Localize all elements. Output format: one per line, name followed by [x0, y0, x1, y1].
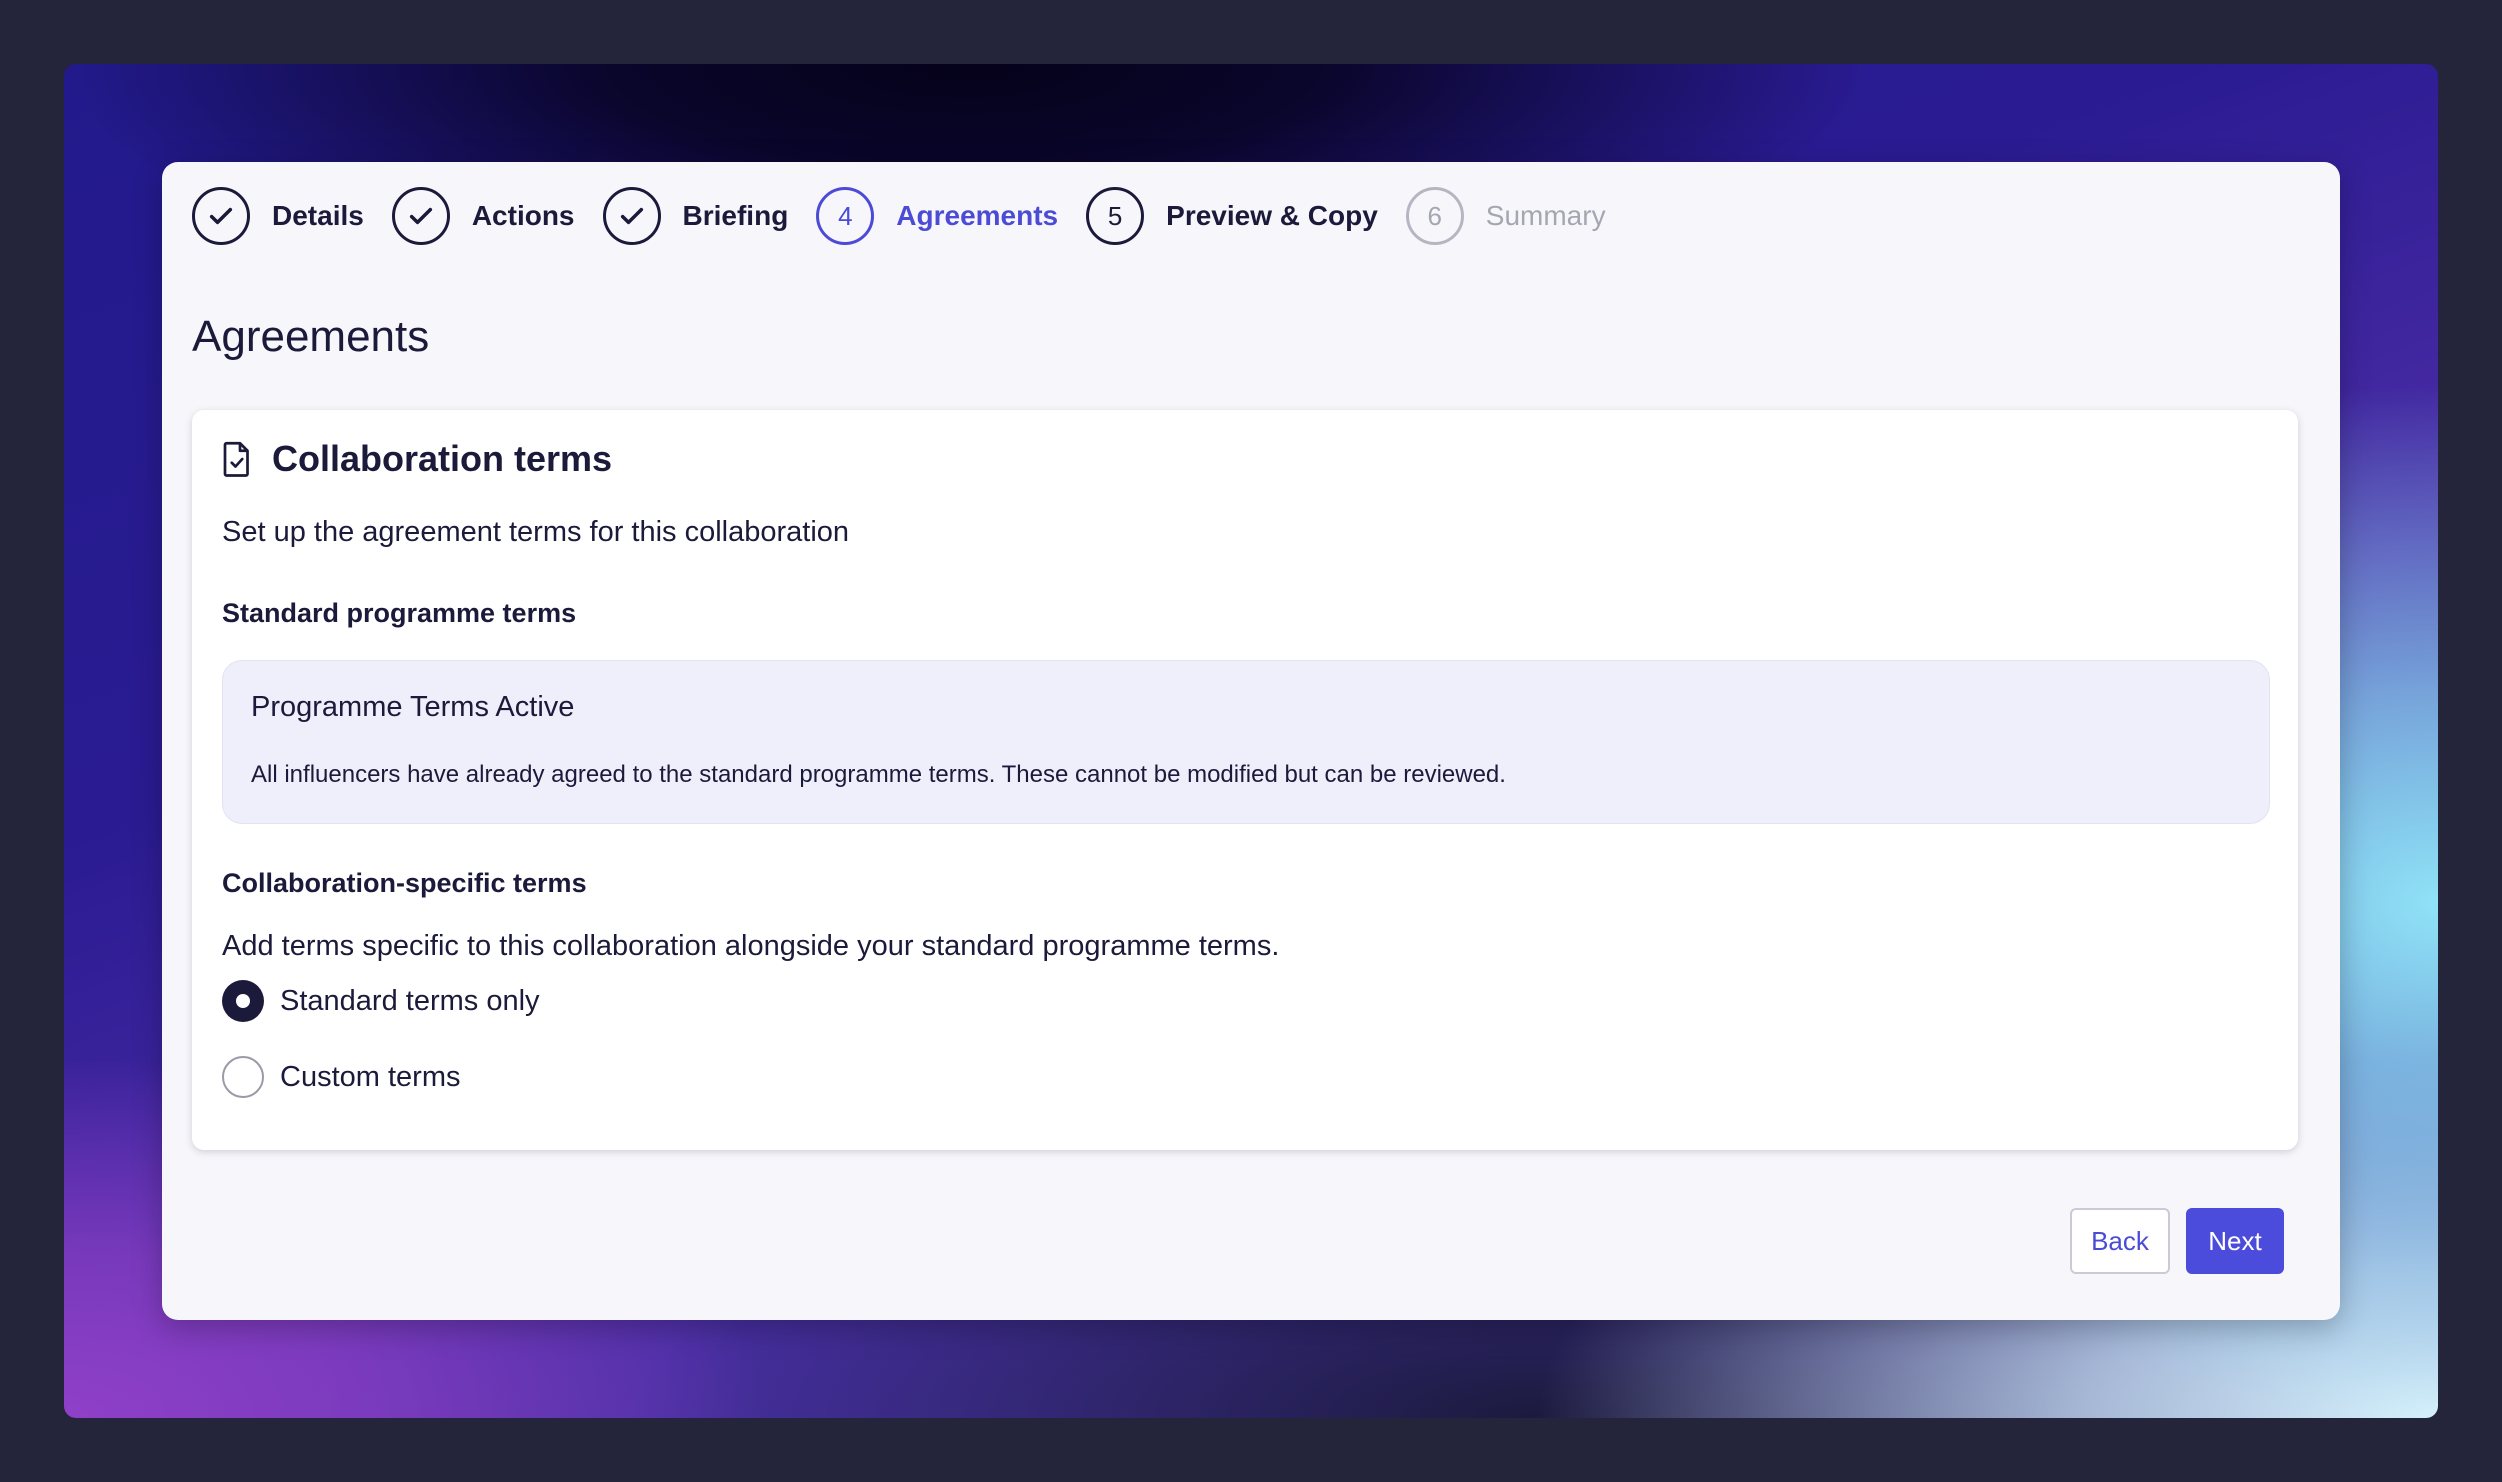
step-label: Summary	[1485, 200, 1606, 231]
step-label: Details	[272, 200, 364, 231]
standard-terms-heading: Standard programme terms	[222, 598, 577, 628]
page-title: Agreements	[192, 312, 430, 361]
step-label: Briefing	[682, 200, 789, 231]
radio-label[interactable]: Custom terms	[280, 1061, 460, 1094]
step-number: 5	[1086, 187, 1145, 245]
wizard-card: Details Actions Briefing 4 Agreements 5 …	[162, 162, 2340, 1320]
programme-terms-info-box: Programme Terms Active All influencers h…	[222, 660, 2270, 824]
step-agreements[interactable]: 4 Agreements	[816, 187, 1058, 245]
step-label: Actions	[471, 200, 575, 231]
radio-button[interactable]	[222, 1056, 264, 1098]
specific-terms-description: Add terms specific to this collaboration…	[222, 930, 1280, 962]
back-button[interactable]: Back	[2070, 1208, 2170, 1274]
step-label: Agreements	[896, 200, 1059, 231]
radio-custom-terms[interactable]: Custom terms	[222, 1056, 460, 1098]
step-complete-circle	[391, 187, 450, 245]
panel-subtitle: Set up the agreement terms for this coll…	[222, 516, 850, 548]
step-summary: 6 Summary	[1405, 187, 1606, 245]
step-number: 6	[1405, 187, 1464, 245]
document-check-icon	[223, 441, 249, 477]
panel-header: Collaboration terms	[222, 438, 612, 480]
step-label: Preview & Copy	[1166, 200, 1378, 231]
next-button[interactable]: Next	[2186, 1208, 2284, 1274]
specific-terms-heading: Collaboration-specific terms	[222, 868, 587, 898]
step-details[interactable]: Details	[192, 187, 364, 245]
panel-title: Collaboration terms	[272, 438, 613, 479]
info-title: Programme Terms Active	[251, 691, 575, 723]
stepper: Details Actions Briefing 4 Agreements 5 …	[192, 187, 1634, 245]
step-preview-copy[interactable]: 5 Preview & Copy	[1086, 187, 1378, 245]
step-actions[interactable]: Actions	[391, 187, 575, 245]
radio-button-checked[interactable]	[222, 980, 264, 1022]
info-text: All influencers have already agreed to t…	[251, 761, 1506, 788]
step-number: 4	[816, 187, 875, 245]
radio-standard-terms-only[interactable]: Standard terms only	[222, 980, 540, 1022]
step-briefing[interactable]: Briefing	[602, 187, 789, 245]
check-icon	[620, 207, 643, 225]
radio-label[interactable]: Standard terms only	[280, 985, 540, 1018]
check-icon	[409, 207, 432, 225]
collaboration-terms-panel: Collaboration terms Set up the agreement…	[192, 410, 2298, 1150]
step-complete-circle	[192, 187, 250, 245]
check-icon	[209, 207, 233, 225]
step-complete-circle	[602, 187, 661, 245]
